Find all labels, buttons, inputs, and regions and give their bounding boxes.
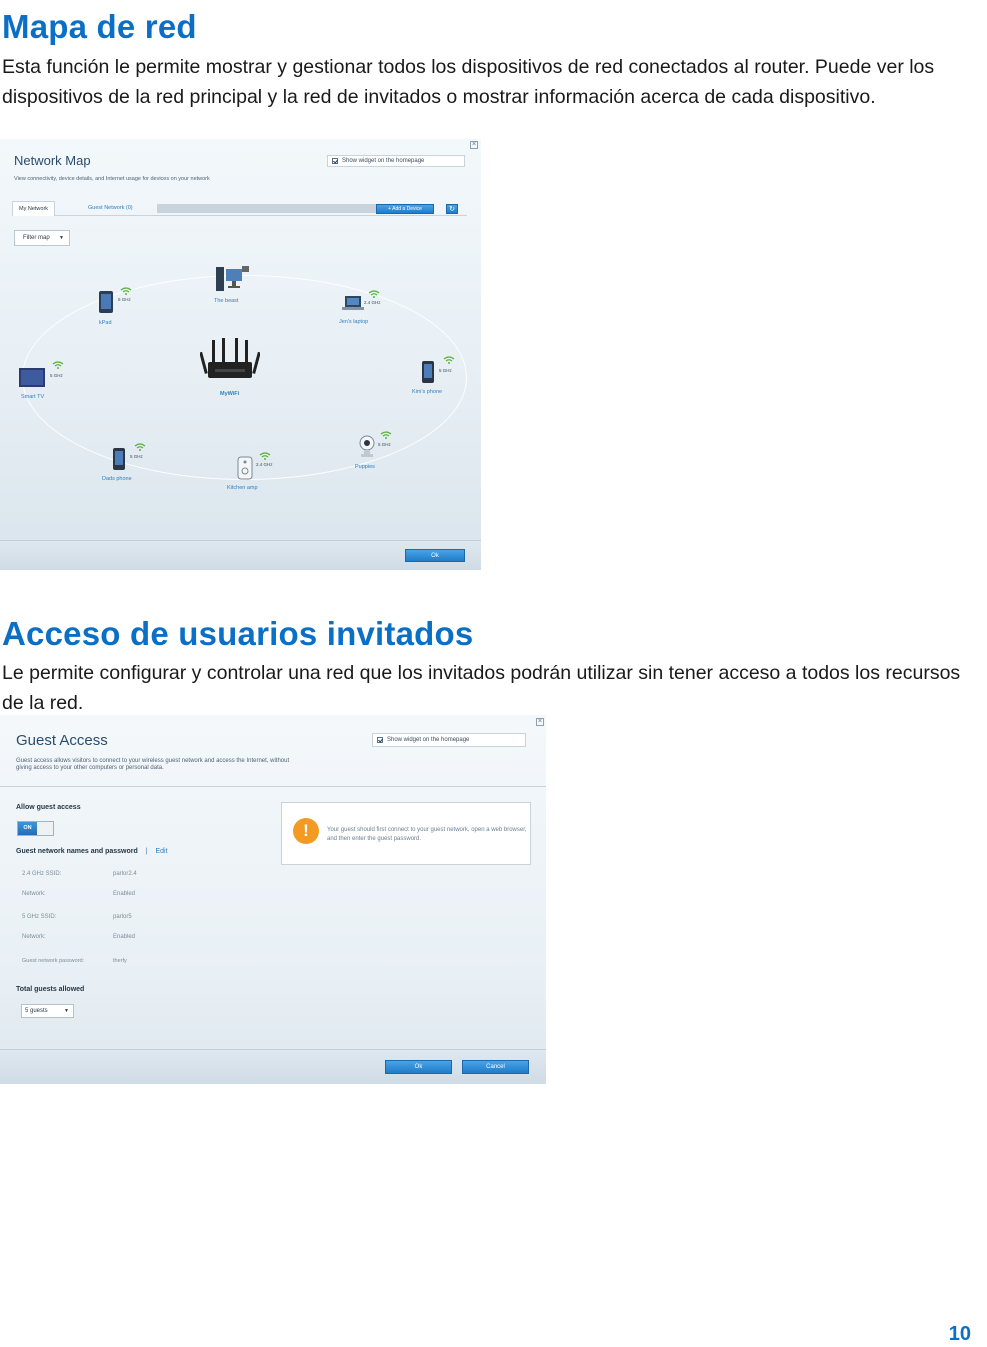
warning-icon: ! (293, 818, 319, 844)
device-label: Kim's phone (412, 389, 443, 395)
wifi-icon (368, 290, 380, 298)
device-band: 2.4 GHz (364, 300, 381, 305)
laptop-icon (342, 296, 364, 310)
wifi-icon (52, 361, 64, 369)
toggle-on-label: ON (18, 822, 37, 835)
network-map-subtitle: View connectivity, device details, and I… (14, 176, 210, 182)
tablet-icon (99, 291, 113, 313)
wifi-icon (443, 356, 455, 364)
device-label: The beast (214, 298, 239, 304)
cancel-button[interactable]: Cancel (462, 1060, 529, 1074)
device-the-beast[interactable]: The beast (214, 266, 250, 304)
names-label: Guest network names and password (16, 848, 138, 855)
intro-paragraph-network-map: Esta función le permite mostrar y gestio… (2, 56, 935, 108)
router-icon (199, 338, 261, 378)
row-value: therfy (113, 958, 127, 964)
row-value: Enabled (113, 891, 136, 897)
page-number: 10 (948, 1323, 971, 1345)
guest-network-names-label: Guest network names and password | Edit (16, 848, 168, 855)
row-value: Enabled (113, 934, 136, 940)
total-guests-value: 5 guests (25, 1008, 48, 1014)
device-dads-phone[interactable]: 5 GHz Dads phone (102, 443, 146, 482)
camera-icon (359, 435, 375, 457)
total-guests-label: Total guests allowed (16, 986, 85, 993)
intro-paragraph-guest-access: Le permite configurar y controlar una re… (2, 662, 961, 714)
ok-button[interactable]: Ok (405, 549, 465, 562)
close-icon[interactable]: × (470, 141, 478, 149)
device-jens-laptop[interactable]: 2.4 GHz Jen's laptop (339, 290, 381, 325)
tab-my-network[interactable]: My Network (12, 201, 56, 216)
divider (0, 786, 546, 787)
row-key: Network: (22, 891, 46, 897)
device-label: kPad (99, 320, 112, 326)
device-label: Jen's laptop (339, 319, 369, 325)
speaker-icon (237, 456, 253, 480)
device-label: Kitchen amp (227, 485, 258, 491)
chevron-down-icon: ▼ (59, 235, 64, 241)
checkbox-checked-icon (332, 158, 338, 164)
device-band: 5 GHz (378, 442, 391, 447)
phone-icon (113, 448, 125, 470)
wifi-icon (380, 431, 392, 439)
guest-notice-box: ! Your guest should first connect to you… (281, 802, 531, 865)
device-puppies[interactable]: 5 GHz Puppies (355, 431, 392, 470)
chevron-down-icon: ▼ (64, 1008, 69, 1014)
notice-message: Your guest should first connect to your … (327, 827, 527, 842)
guest-access-toggle[interactable]: ON (17, 821, 54, 836)
allow-guest-access-label: Allow guest access (16, 804, 81, 811)
device-kims-phone[interactable]: 5 GHz Kim's phone (412, 356, 455, 395)
device-band: 5 GHz (439, 368, 452, 373)
device-band: 5 GHz (130, 454, 143, 459)
tab-bar-fill (157, 204, 382, 213)
heading-acceso-usuarios-invitados: Acceso de usuarios invitados (2, 615, 474, 652)
router-node[interactable]: MyWiFi (199, 338, 261, 402)
tab-guest-network[interactable]: Guest Network (0) (82, 201, 139, 216)
device-band: 2.4 GHz (256, 462, 273, 467)
device-band: 5 GHz (118, 297, 131, 302)
show-widget-checkbox[interactable]: Show widget on the homepage (372, 733, 526, 747)
guest-access-screenshot: × Guest Access Show widget on the homepa… (0, 715, 546, 1084)
heading-mapa-de-red: Mapa de red (2, 8, 197, 45)
close-icon[interactable]: × (536, 718, 544, 726)
desktop-icon (216, 266, 249, 291)
row-key: 2.4 GHz SSID: (22, 871, 62, 877)
device-band: 5 GHz (50, 373, 63, 378)
device-label: Dads phone (102, 476, 132, 482)
total-guests-select[interactable]: 5 guests ▼ (21, 1004, 74, 1018)
wifi-icon (120, 287, 132, 295)
phone-icon (422, 361, 434, 383)
network-map-title: Network Map (14, 153, 91, 168)
refresh-icon[interactable]: ↻ (446, 204, 458, 214)
device-label: Puppies (355, 464, 375, 470)
ok-button[interactable]: Ok (385, 1060, 452, 1074)
guest-access-subtitle: Guest access allows visitors to connect … (16, 758, 289, 772)
device-kpad[interactable]: 5 GHz kPad (98, 287, 132, 326)
guest-access-title: Guest Access (16, 732, 108, 749)
checkbox-checked-icon (377, 737, 383, 743)
row-key: 5 GHz SSID: (22, 914, 57, 920)
row-value: parlor5 (113, 914, 132, 920)
subtitle-line: giving access to your other computers or… (16, 765, 164, 771)
row-key: Network: (22, 934, 46, 940)
filter-map-label: Filter map (23, 235, 50, 241)
row-value: parlor2.4 (113, 871, 137, 877)
device-label: Smart TV (21, 394, 45, 400)
show-widget-label: Show widget on the homepage (387, 737, 470, 743)
wifi-icon (134, 443, 146, 451)
device-smart-tv[interactable]: 5 GHz Smart TV (18, 361, 64, 400)
show-widget-label: Show widget on the homepage (342, 158, 425, 164)
add-device-button[interactable]: + Add a Device (376, 204, 434, 214)
show-widget-checkbox[interactable]: Show widget on the homepage (327, 155, 465, 167)
wifi-icon (259, 452, 271, 460)
tv-icon (19, 368, 45, 387)
separator: | (145, 848, 148, 855)
device-kitchen-amp[interactable]: 2.4 GHz Kitchen amp (227, 452, 273, 491)
router-label: MyWiFi (220, 391, 240, 397)
edit-link[interactable]: Edit (156, 848, 168, 855)
filter-map-dropdown[interactable]: Filter map ▼ (14, 230, 70, 246)
row-key: Guest network password: (22, 958, 85, 964)
subtitle-line: Guest access allows visitors to connect … (16, 758, 290, 764)
